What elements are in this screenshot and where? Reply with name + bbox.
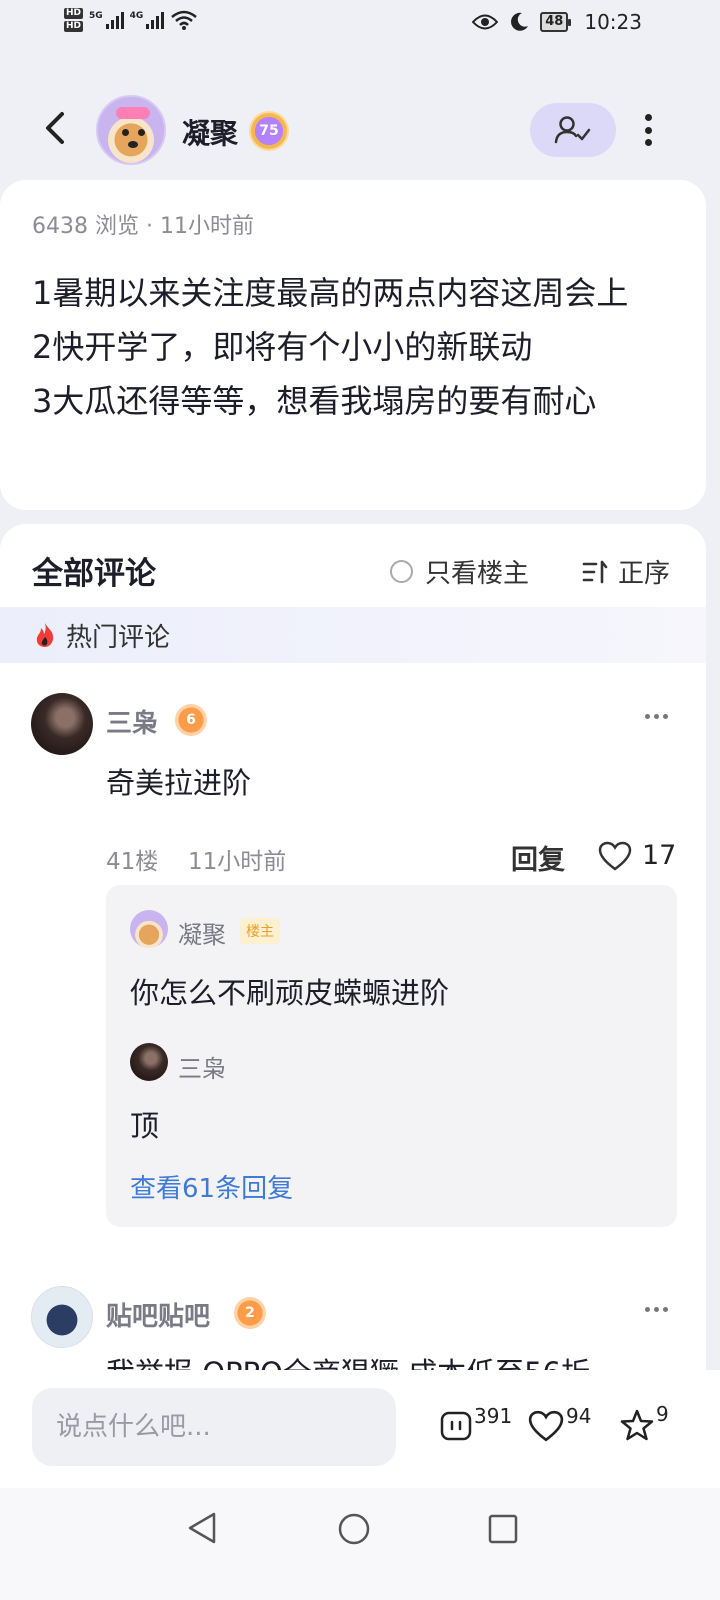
avatar-decoration — [116, 107, 150, 119]
post-line: 2快开学了，即将有个小小的新联动 — [32, 328, 533, 366]
hot-comments-label: 热门评论 — [66, 622, 171, 653]
eye-icon — [472, 14, 499, 30]
sort-label: 正序 — [618, 559, 671, 589]
comment-like-button[interactable]: 17 — [598, 840, 676, 871]
like-count: 17 — [642, 840, 677, 871]
heart-icon — [528, 1410, 564, 1442]
comment-text: 奇美拉进阶 — [106, 766, 252, 800]
level-badge: 2 — [234, 1297, 266, 1329]
author-avatar[interactable] — [96, 95, 166, 165]
status-right: 48 10:23 — [472, 10, 642, 34]
back-button[interactable] — [40, 108, 80, 152]
nav-back-icon[interactable] — [186, 1510, 218, 1546]
user-check-icon — [554, 116, 591, 144]
status-bar: HD HD 5G 4G 48 10:23 — [0, 0, 720, 60]
more-horizontal-icon[interactable] — [645, 714, 668, 719]
sort-toggle[interactable]: 正序 — [582, 553, 670, 590]
favorite-button[interactable]: 9 — [620, 1402, 669, 1442]
radio-icon — [390, 560, 413, 583]
reply-text: 顶 — [130, 1109, 160, 1143]
reply-text: 你怎么不刷顽皮蝾螈进阶 — [130, 976, 450, 1010]
hot-comments-header: 热门评论 — [0, 607, 706, 663]
fire-icon — [36, 623, 54, 647]
follow-button[interactable] — [530, 103, 616, 157]
hd-indicators: HD HD — [64, 8, 84, 32]
wifi-icon — [171, 10, 198, 30]
like-count: 94 — [566, 1404, 592, 1428]
op-tag: 楼主 — [240, 918, 280, 944]
post-body: 1暑期以来关注度最高的两点内容这周会上 2快开学了，即将有个小小的新联动 3大瓜… — [32, 266, 682, 428]
comment-floor: 41楼 — [106, 849, 159, 875]
signal-4g-label: 4G — [129, 11, 144, 21]
comment-avatar[interactable] — [31, 693, 93, 755]
signal-5g-icon: 5G — [89, 11, 124, 29]
level-badge: 6 — [175, 704, 207, 736]
heart-icon — [598, 841, 632, 871]
only-op-toggle[interactable]: 只看楼主 — [390, 553, 529, 590]
star-icon — [620, 1409, 654, 1441]
comment-input[interactable] — [32, 1388, 396, 1466]
status-left: HD HD 5G 4G — [64, 8, 198, 32]
more-horizontal-icon[interactable] — [645, 1307, 668, 1312]
like-post-button[interactable]: 94 — [528, 1404, 591, 1442]
comment-time: 11小时前 — [188, 849, 287, 875]
comment-icon — [440, 1411, 472, 1441]
post-meta: 6438 浏览 · 11小时前 — [32, 214, 254, 239]
reply-avatar[interactable] — [130, 910, 168, 948]
clock: 10:23 — [584, 10, 642, 34]
comment-author[interactable]: 三枭 — [106, 703, 158, 740]
moon-icon — [511, 12, 529, 31]
star-count: 9 — [656, 1402, 669, 1426]
level-badge: 75 — [251, 113, 287, 149]
battery-icon: 48 — [540, 12, 572, 32]
nav-home-icon[interactable] — [337, 1512, 371, 1546]
reply-avatar[interactable] — [130, 1043, 168, 1081]
sort-icon — [582, 560, 608, 583]
hd-badge: HD — [64, 21, 84, 32]
more-vertical-icon[interactable] — [636, 110, 660, 150]
comment-avatar[interactable] — [31, 1286, 93, 1348]
nav-recents-icon[interactable] — [487, 1513, 519, 1545]
reply-button[interactable]: 回复 — [511, 838, 565, 877]
reply-author[interactable]: 三枭 — [178, 1049, 226, 1084]
post-line: 3大瓜还得等等，想看我塌房的要有耐心 — [32, 382, 597, 420]
back-arrow-icon — [46, 112, 64, 144]
comment-count: 391 — [474, 1404, 513, 1428]
signal-4g-icon: 4G — [130, 11, 165, 29]
signal-5g-label: 5G — [89, 11, 103, 21]
reply-author[interactable]: 凝聚 — [178, 915, 226, 950]
author-name[interactable]: 凝聚 — [182, 112, 238, 152]
view-replies-link[interactable]: 查看61条回复 — [130, 1168, 293, 1205]
hd-badge: HD — [64, 8, 84, 19]
only-op-label: 只看楼主 — [425, 559, 530, 589]
comment-count-button[interactable]: 391 — [440, 1404, 512, 1442]
comment-author[interactable]: 贴吧贴吧 — [106, 1296, 210, 1333]
post-line: 1暑期以来关注度最高的两点内容这周会上 — [32, 274, 629, 312]
comments-title: 全部评论 — [32, 556, 156, 592]
